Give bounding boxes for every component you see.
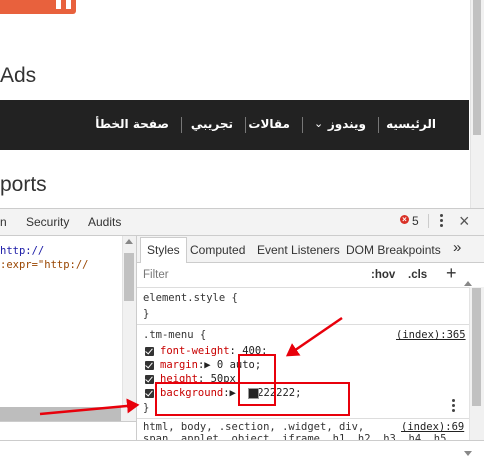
logo-detail [66,0,71,9]
nav-item-home[interactable]: الرئيسيه [386,117,436,131]
more-options-icon[interactable] [440,214,443,229]
nav-divider [181,117,182,133]
rule-close-brace: } [143,308,150,320]
declaration-checkbox[interactable] [145,389,154,398]
annotation-box [155,382,350,416]
nav-item-error-page[interactable]: صفحة الخطأ [95,117,169,131]
source-line: http:// [0,245,45,257]
nav-item-test[interactable]: تجريبي [191,117,233,131]
scroll-up-icon[interactable] [464,281,472,286]
tab-security[interactable]: Security [26,215,69,229]
nav-divider [245,117,246,133]
more-tabs-icon[interactable]: » [453,239,461,256]
rule-selector[interactable]: html, body, .section, .widget, div, [143,421,364,433]
tab-event-listeners[interactable]: Event Listeners [257,243,340,257]
tab-computed[interactable]: Computed [190,243,245,257]
rule-divider [137,418,470,419]
rule-divider [137,324,470,325]
nav-item-windows[interactable]: ويندوز [328,117,366,131]
devtools-bottom-area [0,440,484,476]
filter-bar [137,263,484,288]
section-heading: Ads [0,64,37,87]
toolbar-divider [428,214,429,228]
nav-item-articles[interactable]: مقالات [248,117,290,131]
nav-divider [302,117,303,133]
logo-detail [56,0,61,9]
tab-dom-breakpoints[interactable]: DOM Breakpoints [346,243,441,257]
rule-source-link[interactable]: (index):365 [396,329,466,341]
error-count[interactable]: 5 [412,214,419,228]
declaration-property: font-weight [160,345,230,357]
scroll-down-icon[interactable] [464,451,472,456]
rule-close-brace: } [143,402,150,414]
declaration-checkbox[interactable] [145,347,154,356]
site-logo[interactable] [0,0,76,14]
element-style-selector[interactable]: element.style { [143,292,238,304]
tab-styles[interactable]: Styles [147,243,180,257]
declaration-checkbox[interactable] [145,375,154,384]
page-scrollbar-thumb[interactable] [473,0,481,135]
error-icon[interactable]: × [400,215,409,224]
source-hscrollbar[interactable] [0,407,121,421]
source-scrollbar-thumb[interactable] [124,253,134,301]
section-heading: ports [0,173,47,196]
rule-selector[interactable]: span, applet, object, iframe, h1, h2, h3… [143,433,446,440]
source-line-text: :expr="http:// [0,259,89,271]
tab-audits[interactable]: Audits [88,215,121,229]
hov-toggle[interactable]: :hov [371,269,395,281]
declaration-checkbox[interactable] [145,361,154,370]
cls-toggle[interactable]: .cls [408,269,427,281]
nav-divider [378,117,379,133]
scroll-up-icon[interactable] [125,239,133,244]
rule-selector[interactable]: .tm-menu { [143,329,206,341]
chevron-down-icon[interactable]: ⌄ [314,117,323,130]
styles-scrollbar-thumb[interactable] [472,288,481,406]
source-line: :expr="http:// [0,259,89,271]
rule-source-link[interactable]: (index):69 [401,421,464,433]
source-hscrollbar-track[interactable] [121,407,136,421]
close-icon[interactable]: × [459,211,470,232]
add-rule-icon[interactable]: + [446,263,457,284]
tab-network[interactable]: n [0,215,7,229]
rule-options-icon[interactable] [452,399,455,414]
declaration-property: margin [160,359,198,371]
filter-input[interactable]: Filter [143,269,169,281]
